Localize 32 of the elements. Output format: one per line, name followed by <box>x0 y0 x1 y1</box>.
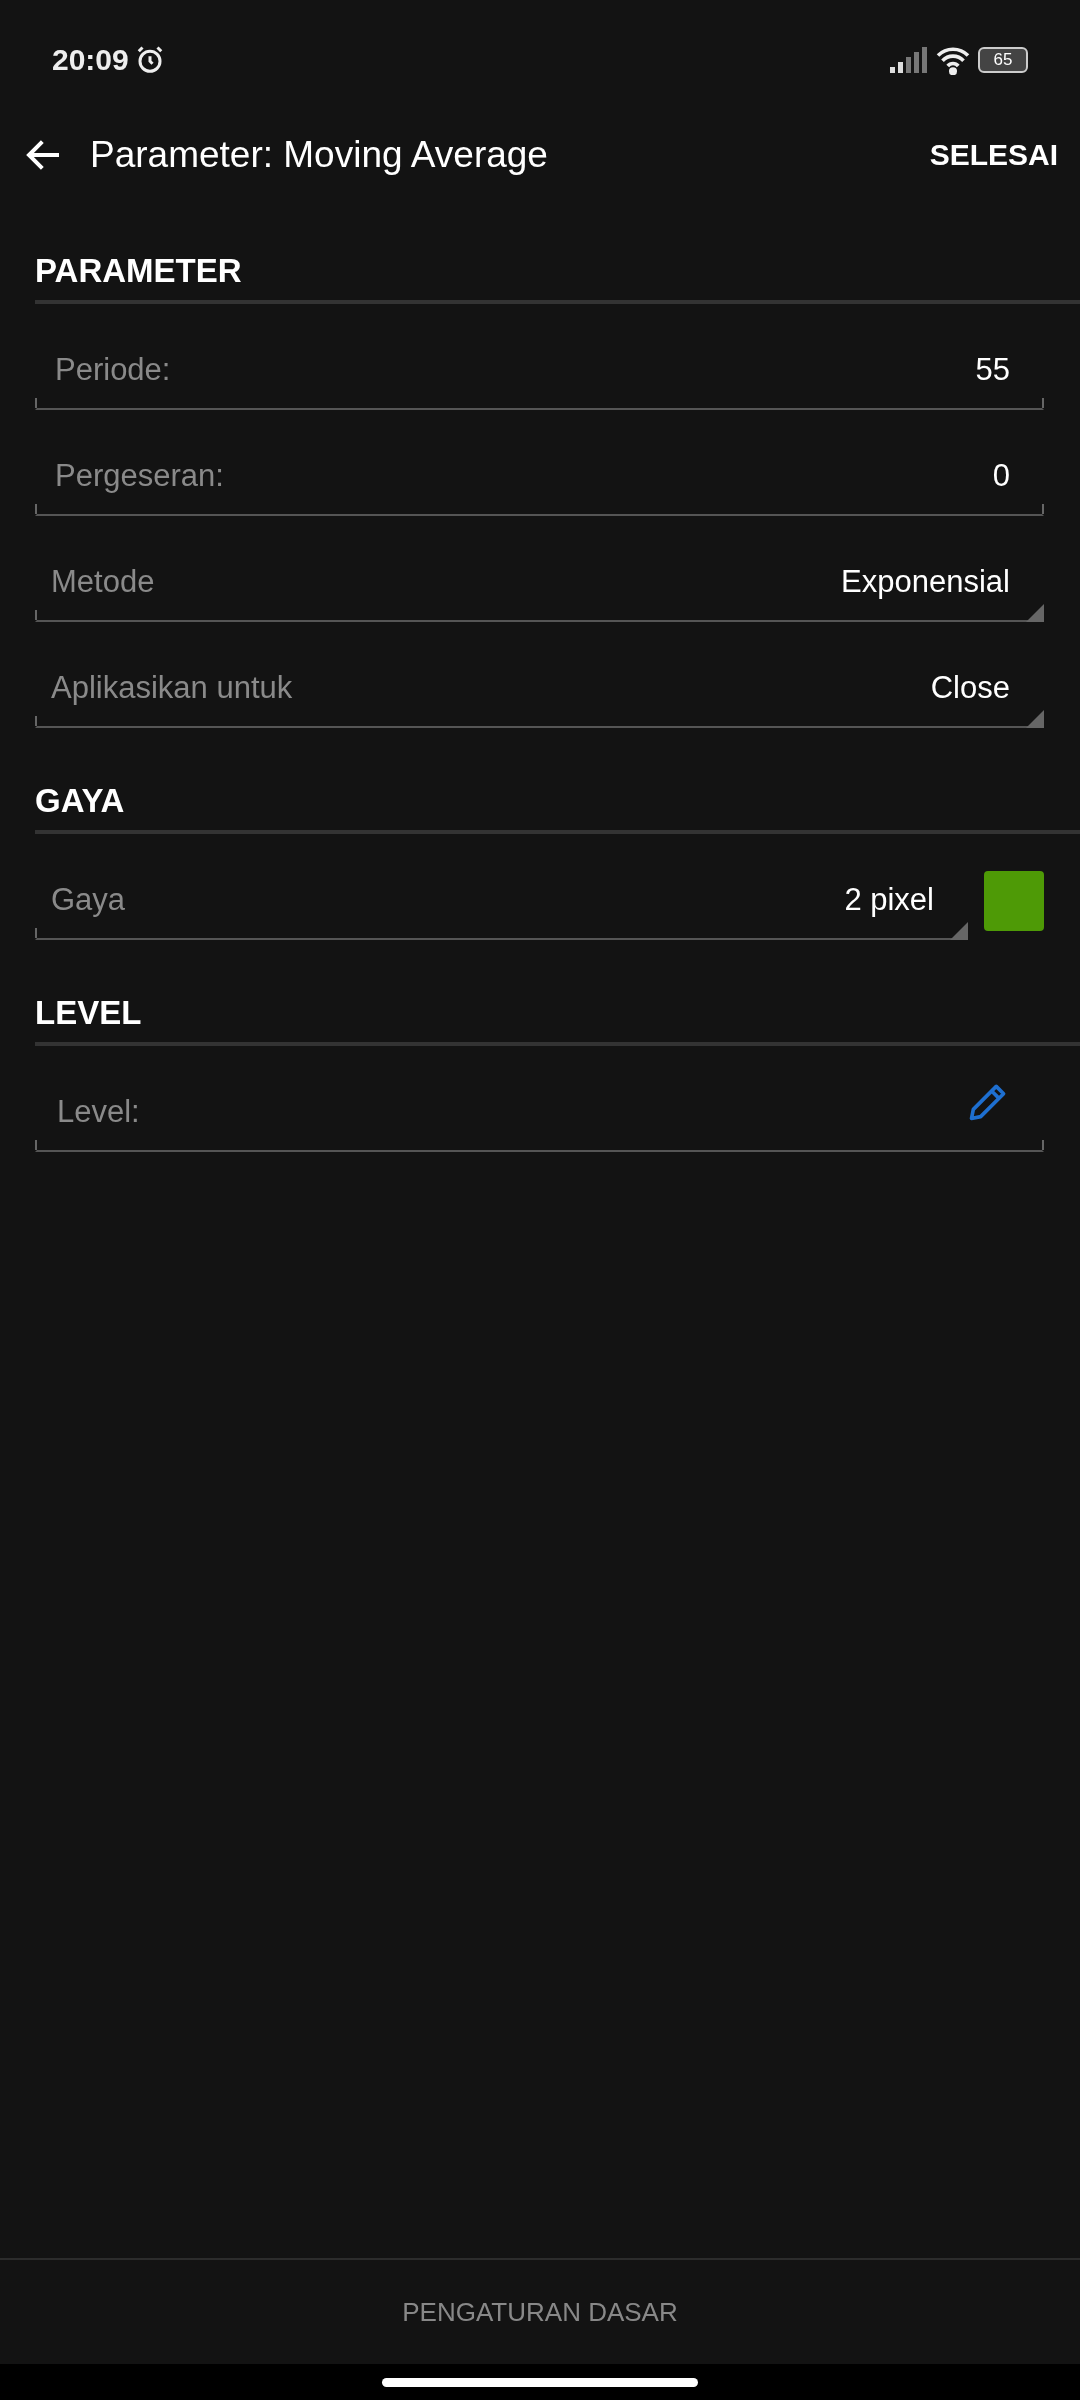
field-label: Aplikasikan untuk <box>51 670 294 706</box>
home-indicator[interactable] <box>382 2377 698 2387</box>
section-heading: LEVEL <box>35 994 142 1031</box>
basic-settings-tab[interactable]: PENGATURAN DASAR <box>396 2295 684 2329</box>
signal-icon <box>890 47 928 73</box>
number-field[interactable]: Pergeseran: 0 <box>35 438 1044 516</box>
level-field[interactable]: Level: <box>35 1074 1044 1152</box>
screen-title: Parameter: Moving Average <box>90 134 549 176</box>
field-label: Metode <box>51 564 156 600</box>
field-value: 55 <box>975 352 1010 388</box>
section-heading: GAYA <box>35 782 125 819</box>
dropdown-corner-icon <box>950 922 968 940</box>
dropdown-field[interactable]: Metode Exponensial <box>35 544 1044 622</box>
dropdown-corner-icon <box>1026 710 1044 728</box>
field-value: 0 <box>992 458 1010 494</box>
status-time: 20:09 <box>52 43 129 77</box>
field-value: 2 pixel <box>844 882 934 918</box>
dropdown-field[interactable]: Aplikasikan untuk Close <box>35 650 1044 728</box>
dropdown-field[interactable]: Gaya 2 pixel <box>35 862 968 940</box>
field-label: Pergeseran: <box>55 458 225 494</box>
section-heading: PARAMETER <box>35 252 242 289</box>
battery-indicator: 65 <box>978 47 1028 73</box>
field-label: Level: <box>57 1094 141 1130</box>
wifi-icon <box>934 45 972 75</box>
field-label: Gaya <box>51 882 127 918</box>
field-label: Periode: <box>55 352 172 388</box>
field-value: Exponensial <box>841 564 1010 600</box>
dropdown-corner-icon <box>1026 604 1044 622</box>
field-value: Close <box>930 670 1010 706</box>
done-button[interactable]: SELESAI <box>927 132 1060 178</box>
color-swatch[interactable] <box>984 871 1044 931</box>
number-field[interactable]: Periode: 55 <box>35 332 1044 410</box>
